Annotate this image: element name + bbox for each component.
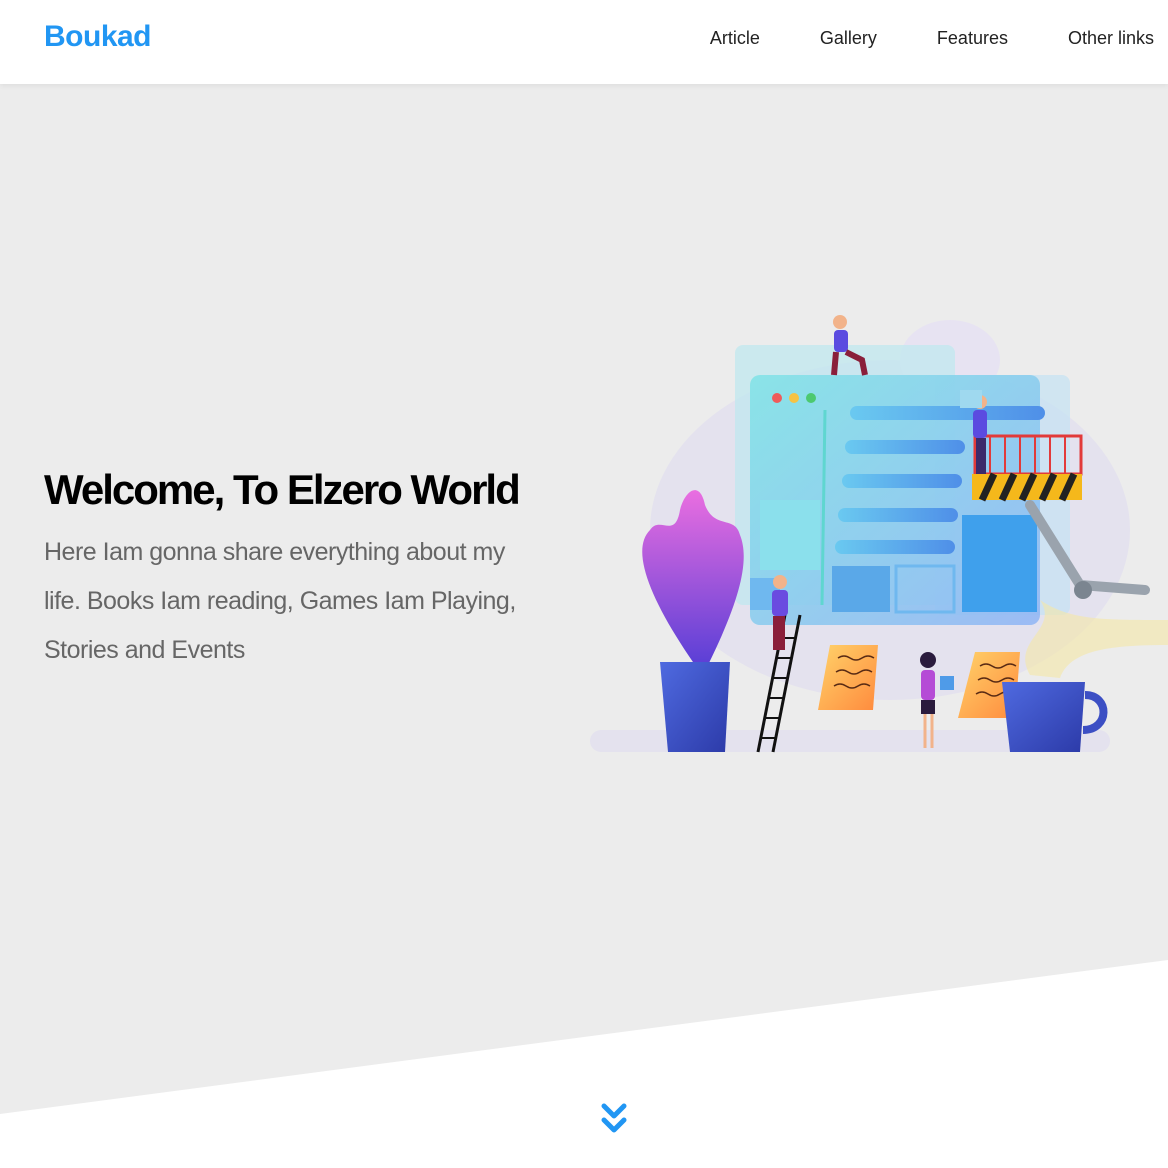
landing-description: Here Iam gonna share everything about my… <box>44 538 516 664</box>
content-card <box>962 515 1037 612</box>
person-head <box>920 652 936 668</box>
person-body <box>834 330 848 352</box>
held-card <box>960 390 982 408</box>
main-nav: Article Gallery Features Other links <box>650 28 1154 49</box>
person-legs <box>773 616 785 650</box>
content-bar <box>842 474 962 488</box>
site-header: Boukad Article Gallery Features Other li… <box>0 0 1168 84</box>
person-body <box>921 670 935 700</box>
content-bar <box>835 540 955 554</box>
content-bar <box>850 406 1045 420</box>
content-bar <box>838 508 958 522</box>
window-dot-yellow <box>789 393 799 403</box>
nav-link-article[interactable]: Article <box>710 28 760 49</box>
nav-link-gallery[interactable]: Gallery <box>820 28 877 49</box>
logo[interactable]: Boukad <box>44 20 152 54</box>
window-dot-red <box>772 393 782 403</box>
held-tablet <box>940 676 954 690</box>
person-legs <box>976 438 986 474</box>
lift-joint <box>1074 581 1092 599</box>
person-body <box>772 590 788 616</box>
coffee-mug <box>1002 682 1085 752</box>
nav-link-other-links[interactable]: Other links <box>1068 28 1154 49</box>
person-head <box>773 575 787 589</box>
landing-illustration <box>590 315 1168 753</box>
content-card <box>832 566 890 612</box>
mug-handle <box>1082 691 1108 734</box>
content-bar <box>845 440 965 454</box>
plant-pot <box>660 662 730 752</box>
person-body <box>973 410 987 438</box>
angles-down-icon[interactable] <box>598 1100 630 1140</box>
person-head <box>833 315 847 329</box>
landing-title: Welcome, To Elzero World <box>44 466 521 513</box>
content-card <box>760 500 820 570</box>
window-dot-green <box>806 393 816 403</box>
nav-link-features[interactable]: Features <box>937 28 1008 49</box>
